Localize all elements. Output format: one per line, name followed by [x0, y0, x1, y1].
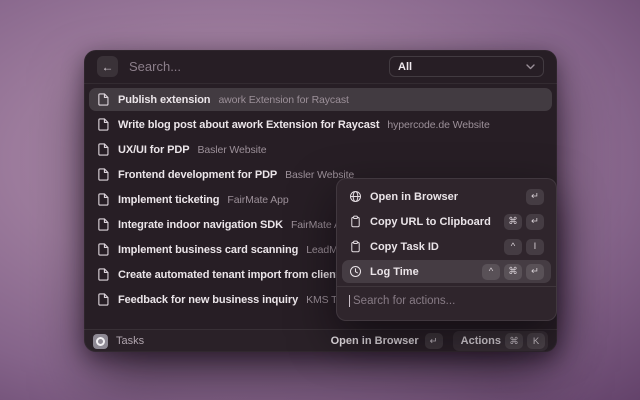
- action-label: Copy URL to Clipboard: [370, 216, 496, 228]
- action-label: Copy Task ID: [370, 241, 496, 253]
- document-icon: [97, 143, 110, 156]
- action-label: Open in Browser: [370, 191, 518, 203]
- k-key-icon: K: [527, 333, 545, 349]
- back-button[interactable]: ←: [97, 56, 118, 77]
- return-key-icon: ↵: [526, 264, 544, 280]
- clipboard-icon: [349, 240, 362, 253]
- task-title: Integrate indoor navigation SDK: [118, 219, 283, 231]
- i-key-icon: I: [526, 239, 544, 255]
- return-key-icon: ↵: [526, 214, 544, 230]
- document-icon: [97, 193, 110, 206]
- task-subtitle: Basler Website: [197, 144, 266, 156]
- command-name: Tasks: [116, 335, 144, 347]
- search-header: ← Search... All: [84, 50, 557, 84]
- document-icon: [97, 218, 110, 231]
- action-item-log-time[interactable]: Log Time ^ ⌘ ↵: [342, 260, 551, 283]
- actions-label: Actions: [461, 335, 501, 347]
- action-item-copy-task-id[interactable]: Copy Task ID ^ I: [342, 235, 551, 258]
- arrow-left-icon: ←: [102, 60, 114, 74]
- list-item[interactable]: UX/UI for PDP Basler Website: [89, 138, 552, 161]
- action-label: Log Time: [370, 266, 474, 278]
- clock-icon: [349, 265, 362, 278]
- task-title: Write blog post about awork Extension fo…: [118, 119, 379, 131]
- list-item[interactable]: Write blog post about awork Extension fo…: [89, 113, 552, 136]
- document-icon: [97, 93, 110, 106]
- task-subtitle: awork Extension for Raycast: [218, 94, 348, 106]
- filter-dropdown[interactable]: All: [389, 56, 544, 77]
- document-icon: [97, 168, 110, 181]
- control-key-icon: ^: [482, 264, 500, 280]
- primary-action-button[interactable]: Open in Browser ↵: [331, 333, 443, 349]
- return-key-icon: ↵: [425, 333, 443, 349]
- command-key-icon: ⌘: [504, 214, 522, 230]
- primary-action-label: Open in Browser: [331, 335, 419, 347]
- filter-dropdown-value: All: [398, 61, 412, 73]
- task-subtitle: hypercode.de Website: [387, 119, 489, 131]
- action-search-placeholder: Search for actions...: [353, 295, 455, 307]
- return-key-icon: ↵: [526, 189, 544, 205]
- task-title: Implement ticketing: [118, 194, 219, 206]
- action-panel: Open in Browser ↵ Copy URL to Clipboard …: [336, 178, 557, 321]
- document-icon: [97, 118, 110, 131]
- task-title: Implement business card scanning: [118, 244, 298, 256]
- action-item-open-in-browser[interactable]: Open in Browser ↵: [342, 185, 551, 208]
- task-subtitle: FairMate App: [227, 194, 288, 206]
- task-title: Feedback for new business inquiry: [118, 294, 298, 306]
- clipboard-icon: [349, 215, 362, 228]
- command-key-icon: ⌘: [504, 264, 522, 280]
- task-title: UX/UI for PDP: [118, 144, 189, 156]
- task-title: Publish extension: [118, 94, 210, 106]
- action-search-input[interactable]: Search for actions...: [342, 287, 551, 314]
- text-cursor: [349, 295, 350, 307]
- document-icon: [97, 268, 110, 281]
- globe-icon: [349, 190, 362, 203]
- document-icon: [97, 243, 110, 256]
- status-bar: Tasks Open in Browser ↵ Actions ⌘ K: [84, 329, 557, 352]
- list-item[interactable]: Publish extension awork Extension for Ra…: [89, 88, 552, 111]
- chevron-down-icon: [526, 64, 535, 70]
- search-input[interactable]: Search...: [129, 59, 378, 74]
- tasks-app-icon: [93, 334, 108, 349]
- action-item-copy-url[interactable]: Copy URL to Clipboard ⌘ ↵: [342, 210, 551, 233]
- command-key-icon: ⌘: [505, 333, 523, 349]
- document-icon: [97, 293, 110, 306]
- task-title: Frontend development for PDP: [118, 169, 277, 181]
- actions-button[interactable]: Actions ⌘ K: [453, 331, 548, 351]
- control-key-icon: ^: [504, 239, 522, 255]
